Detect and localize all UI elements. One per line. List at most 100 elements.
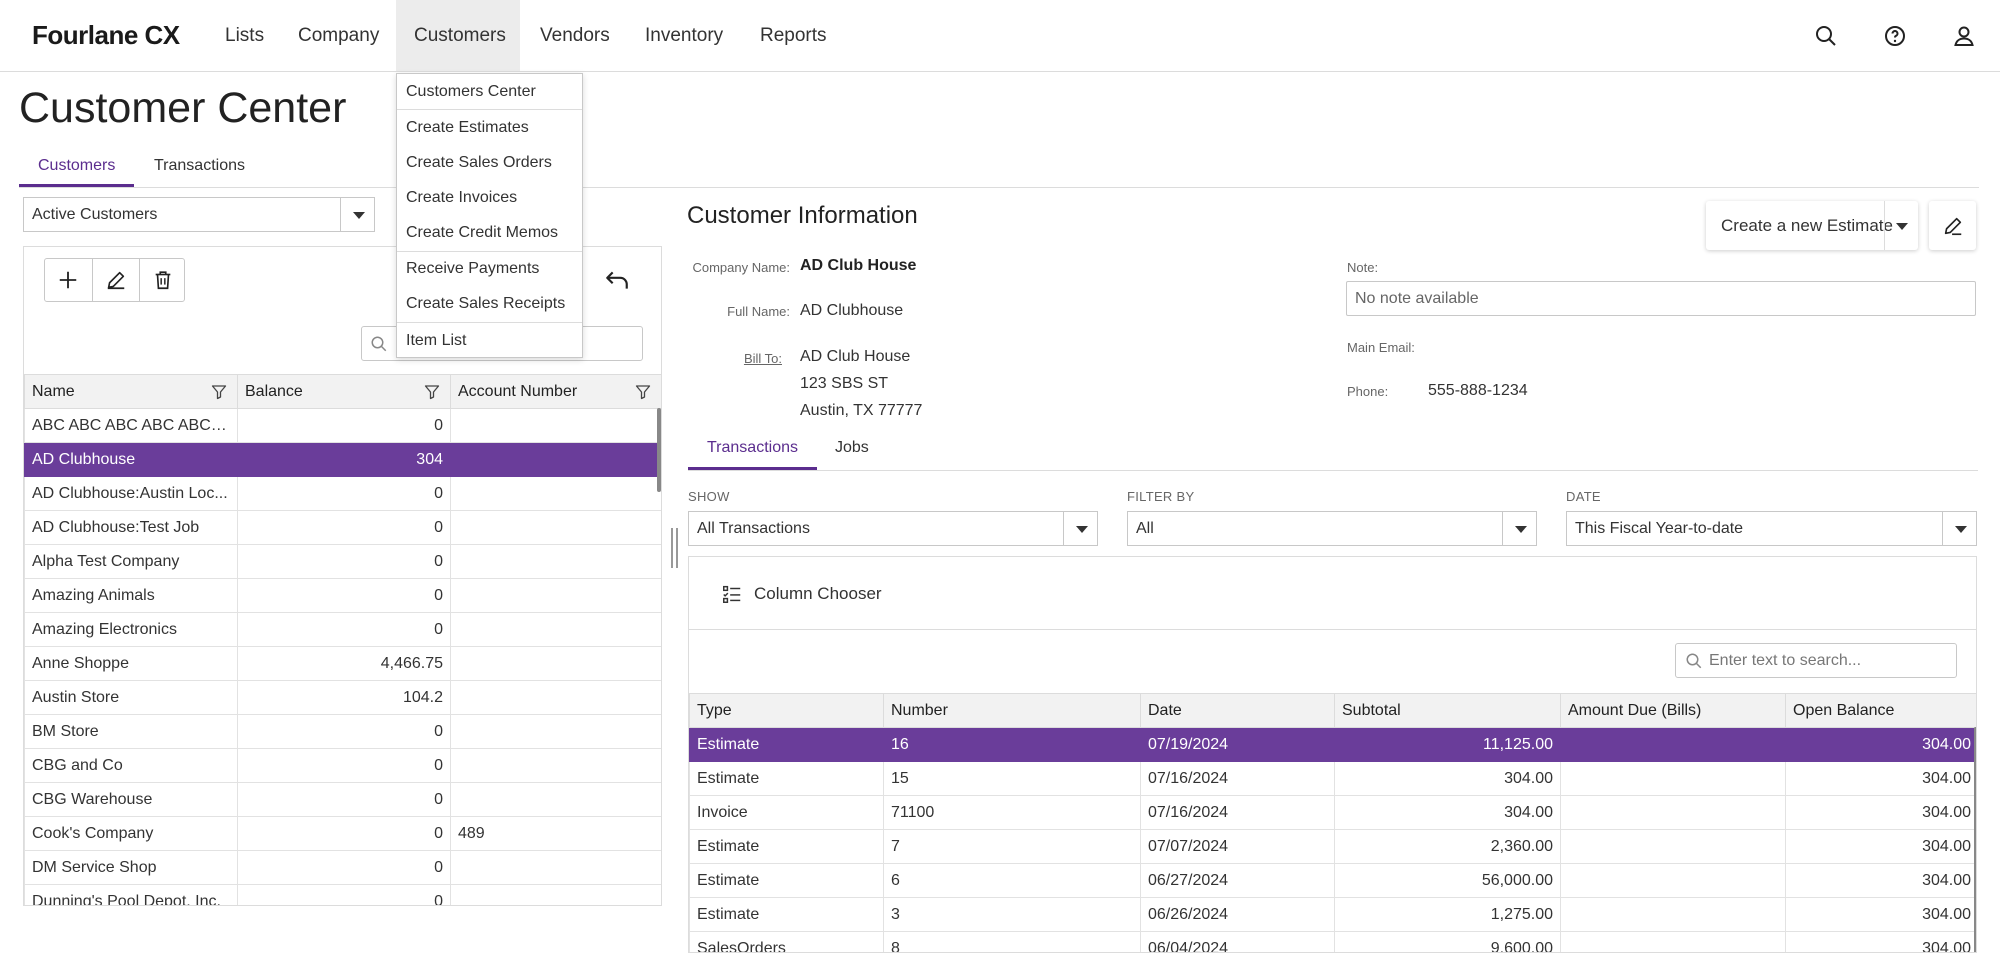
show-select[interactable]: All Transactions [688,511,1098,546]
table-row[interactable]: Estimate 16 07/19/2024 11,125.00 304.00 [689,727,1976,762]
chevron-down-icon[interactable] [340,198,374,231]
number-cell: 8 [883,931,1141,952]
table-row[interactable]: AD Clubhouse:Austin Loc... 0 [24,476,661,511]
table-row[interactable]: CBG and Co 0 [24,748,661,783]
edit-customer-info-button[interactable] [1929,201,1976,250]
filter-by-select[interactable]: All [1127,511,1537,546]
add-customer-button[interactable] [45,259,92,301]
table-row[interactable]: Estimate 3 06/26/2024 1,275.00 304.00 [689,897,1976,932]
menu-item-receive-payments[interactable]: Receive Payments [397,252,582,286]
type-cell: SalesOrders [689,931,884,952]
page-title: Customer Center [19,84,347,132]
filter-icon[interactable] [635,384,651,400]
chevron-down-icon[interactable] [1884,201,1918,250]
customer-table-header: Name Balance Account Number [24,374,661,409]
number-cell: 71100 [883,795,1141,830]
name-cell: DM Service Shop [24,850,238,885]
account-number-cell [450,884,661,905]
chevron-down-icon[interactable] [1942,512,1976,545]
column-header-amount-due[interactable]: Amount Due (Bills) [1560,693,1786,728]
table-row[interactable]: CBG Warehouse 0 [24,782,661,817]
table-row[interactable]: Estimate 6 06/27/2024 56,000.00 304.00 [689,863,1976,898]
nav-inventory[interactable]: Inventory [627,0,741,71]
filter-icon[interactable] [211,384,227,400]
note-field[interactable]: No note available [1346,281,1976,316]
chevron-down-icon[interactable] [1502,512,1536,545]
panel-splitter[interactable] [671,528,679,568]
scrollbar-thumb[interactable] [657,408,661,492]
tab-transactions[interactable]: Transactions [688,433,817,470]
column-header-balance[interactable]: Balance [237,374,451,409]
table-row[interactable]: Anne Shoppe 4,466.75 [24,646,661,681]
filter-icon[interactable] [424,384,440,400]
menu-item-create-credit-memos[interactable]: Create Credit Memos [397,216,582,250]
bill-to-label[interactable]: Bill To: [640,351,782,366]
menu-divider [397,322,582,323]
help-icon[interactable] [1883,24,1907,48]
divider [689,629,1976,630]
open-balance-cell: 304.00 [1785,761,1976,796]
customer-filter-select[interactable]: Active Customers [23,197,375,232]
name-cell: Anne Shoppe [24,646,238,681]
table-row[interactable]: DM Service Shop 0 [24,850,661,885]
number-cell: 16 [883,727,1141,762]
open-balance-cell: 304.00 [1785,795,1976,830]
phone-label: Phone: [1347,384,1389,399]
scrollbar-thumb[interactable] [1974,727,1976,952]
menu-item-create-sales-orders[interactable]: Create Sales Orders [397,146,582,180]
menu-item-customers-center[interactable]: Customers Center [397,75,582,109]
account-number-cell [450,544,661,579]
user-icon[interactable] [1952,24,1976,48]
column-header-subtotal[interactable]: Subtotal [1334,693,1561,728]
app-logo[interactable]: Fourlane CX [32,20,180,51]
menu-item-create-invoices[interactable]: Create Invoices [397,181,582,215]
table-row[interactable]: Austin Store 104.2 [24,680,661,715]
table-row[interactable]: Invoice 71100 07/16/2024 304.00 304.00 [689,795,1976,830]
create-estimate-button[interactable]: Create a new Estimate [1706,201,1918,250]
menu-item-create-sales-receipts[interactable]: Create Sales Receipts [397,287,582,321]
table-row[interactable]: Amazing Animals 0 [24,578,661,613]
type-cell: Estimate [689,761,884,796]
nav-vendors[interactable]: Vendors [522,0,628,71]
table-row[interactable]: AD Clubhouse:Test Job 0 [24,510,661,545]
column-header-name[interactable]: Name [24,374,238,409]
table-row[interactable]: Cook's Company 0 489 [24,816,661,851]
table-row[interactable]: ABC ABC ABC ABC ABC A... 0 [24,408,661,443]
table-row[interactable]: SalesOrders 8 06/04/2024 9,600.00 304.00 [689,931,1976,952]
transaction-search-input[interactable]: Enter text to search... [1675,643,1957,678]
menu-item-create-estimates[interactable]: Create Estimates [397,111,582,145]
column-header-number[interactable]: Number [883,693,1141,728]
table-row[interactable]: Estimate 15 07/16/2024 304.00 304.00 [689,761,1976,796]
tab-jobs[interactable]: Jobs [816,433,888,470]
column-header-open-balance[interactable]: Open Balance [1785,693,1976,728]
table-row[interactable]: AD Clubhouse 304 [24,442,661,477]
nav-reports[interactable]: Reports [742,0,845,71]
table-row[interactable]: Amazing Electronics 0 [24,612,661,647]
nav-customers[interactable]: Customers [396,0,520,71]
column-header-account-number[interactable]: Account Number [450,374,661,409]
menu-item-item-list[interactable]: Item List [397,324,582,358]
table-row[interactable]: Estimate 7 07/07/2024 2,360.00 304.00 [689,829,1976,864]
search-icon[interactable] [1814,24,1838,48]
date-select[interactable]: This Fiscal Year-to-date [1566,511,1977,546]
type-cell: Estimate [689,727,884,762]
table-row[interactable]: BM Store 0 [24,714,661,749]
date-cell: 07/19/2024 [1140,727,1335,762]
bill-to-line-2: 123 SBS ST [800,375,889,392]
name-cell: Amazing Animals [24,578,238,613]
column-header-date[interactable]: Date [1140,693,1335,728]
nav-company[interactable]: Company [280,0,397,71]
undo-icon[interactable] [604,267,630,293]
tab-transactions[interactable]: Transactions [135,151,264,187]
balance-cell: 104.2 [237,680,451,715]
table-row[interactable]: Dunning's Pool Depot, Inc. 0 [24,884,661,905]
edit-customer-button[interactable] [92,259,139,301]
tab-customers[interactable]: Customers [19,151,135,187]
search-icon [1686,653,1702,669]
chevron-down-icon[interactable] [1063,512,1097,545]
delete-customer-button[interactable] [139,259,186,301]
table-row[interactable]: Alpha Test Company 0 [24,544,661,579]
column-header-type[interactable]: Type [689,693,884,728]
date-cell: 06/26/2024 [1140,897,1335,932]
nav-lists[interactable]: Lists [207,0,282,71]
